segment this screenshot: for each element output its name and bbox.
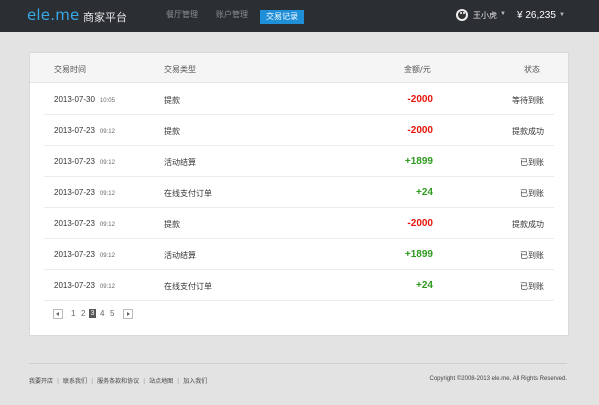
transaction-type: 活动结算 [164,158,196,167]
page-2[interactable]: 2 [81,309,85,319]
avatar-tiger-icon[interactable] [456,9,468,21]
page-4[interactable]: 4 [100,309,104,319]
transaction-type: 提款 [164,96,180,105]
transaction-datetime: 2013-07-23 09:12 [54,188,115,197]
transaction-status: 提款成功 [512,127,544,136]
eleme-logo[interactable]: ele.me [27,6,79,24]
transaction-type: 提款 [164,220,180,229]
footer-separator: | [91,378,94,385]
transaction-date: 2013-07-23 [54,126,95,135]
column-header-amount: 金额/元 [404,65,431,74]
footer-divider [29,363,567,364]
transaction-datetime: 2013-07-23 09:12 [54,126,115,135]
transaction-date: 2013-07-23 [54,157,95,166]
transaction-amount: -2000 [407,218,433,229]
transaction-time: 09:12 [99,160,115,166]
account-balance[interactable]: ¥ 26,235 [517,10,556,21]
transaction-type: 在线支付订单 [164,189,212,198]
transaction-table-card: 交易时间 交易类型 金额/元 状态 2013-07-30 10:05 提款 -2000… [29,52,569,336]
nav-account-management[interactable]: 账户管理 [216,9,248,20]
transaction-amount: +1899 [404,249,433,260]
footer-link-terms[interactable]: 服务条款和协议 [97,378,139,385]
platform-title: 商家平台 [83,11,127,24]
transaction-status: 已到账 [520,282,544,291]
transaction-datetime: 2013-07-23 09:12 [54,281,115,290]
transaction-date: 2013-07-23 [54,188,95,197]
transaction-type: 在线支付订单 [164,282,212,291]
transaction-datetime: 2013-07-30 10:05 [54,95,115,104]
footer-link-sitemap[interactable]: 站点地图 [149,378,173,385]
transaction-date: 2013-07-23 [54,250,95,259]
page-next-icon[interactable] [123,309,133,319]
transaction-time: 09:12 [99,129,115,135]
transaction-amount: +24 [416,280,433,291]
page-prev-icon[interactable] [53,309,63,319]
copyright-text: Copyright ©2008-2013 ele.me, All Rights … [429,376,568,382]
balance-chevron-down-icon[interactable]: ▼ [559,12,565,18]
footer-separator: | [57,378,60,385]
transaction-datetime: 2013-07-23 09:12 [54,219,115,228]
transaction-date: 2013-07-30 [54,95,95,104]
column-header-type: 交易类型 [164,65,196,74]
top-navigation-bar: ele.me 商家平台 餐厅管理 账户管理 交易记录 王小虎 ▼ ¥ 26,23… [0,0,599,32]
nav-transaction-records[interactable]: 交易记录 [260,10,304,24]
footer-link-join[interactable]: 加入我们 [183,378,207,385]
footer-link-open-store[interactable]: 我要开店 [29,378,53,385]
table-header: 交易时间 交易类型 金额/元 状态 [30,53,568,83]
transaction-datetime: 2013-07-23 09:12 [54,250,115,259]
transaction-time: 10:05 [99,98,115,104]
transaction-status: 已到账 [520,189,544,198]
transaction-type: 提款 [164,127,180,136]
transaction-type: 活动结算 [164,251,196,260]
user-menu-chevron-down-icon[interactable]: ▼ [500,11,506,17]
column-header-status: 状态 [524,65,540,74]
transaction-amount: +24 [416,187,433,198]
transaction-status: 已到账 [520,158,544,167]
transaction-time: 09:12 [99,253,115,259]
footer-link-contact[interactable]: 联系我们 [63,378,87,385]
table-row: 2013-07-23 09:12 提款 -2000 提款成功 [44,207,554,239]
footer-links: 我要开店 | 联系我们 | 服务条款和协议 | 站点地图 | 加入我们 [29,376,207,385]
page-5[interactable]: 5 [110,309,114,319]
transaction-date: 2013-07-23 [54,219,95,228]
table-row: 2013-07-23 09:12 活动结算 +1899 已到账 [44,145,554,177]
transaction-time: 09:12 [99,284,115,290]
page-current[interactable]: 3 [89,309,96,318]
footer-separator: | [177,378,180,385]
transaction-status: 已到账 [520,251,544,260]
transaction-time: 09:12 [99,191,115,197]
column-header-time: 交易时间 [54,65,86,74]
transaction-date: 2013-07-23 [54,281,95,290]
nav-restaurant-management[interactable]: 餐厅管理 [166,9,198,20]
transaction-amount: -2000 [407,125,433,136]
transaction-amount: +1899 [404,156,433,167]
transaction-status: 提款成功 [512,220,544,229]
table-row: 2013-07-23 09:12 提款 -2000 提款成功 [44,114,554,146]
table-row: 2013-07-23 09:12 在线支付订单 +24 已到账 [44,176,554,208]
user-name[interactable]: 王小虎 [473,10,497,21]
transaction-amount: -2000 [407,94,433,105]
table-row: 2013-07-23 09:12 活动结算 +1899 已到账 [44,238,554,270]
table-row: 2013-07-23 09:12 在线支付订单 +24 已到账 [44,269,554,301]
footer-separator: | [143,378,146,385]
transaction-datetime: 2013-07-23 09:12 [54,157,115,166]
page-1[interactable]: 1 [71,309,75,319]
transaction-status: 等待到账 [512,96,544,105]
table-row: 2013-07-30 10:05 提款 -2000 等待到账 [44,83,554,115]
transaction-time: 09:12 [99,222,115,228]
